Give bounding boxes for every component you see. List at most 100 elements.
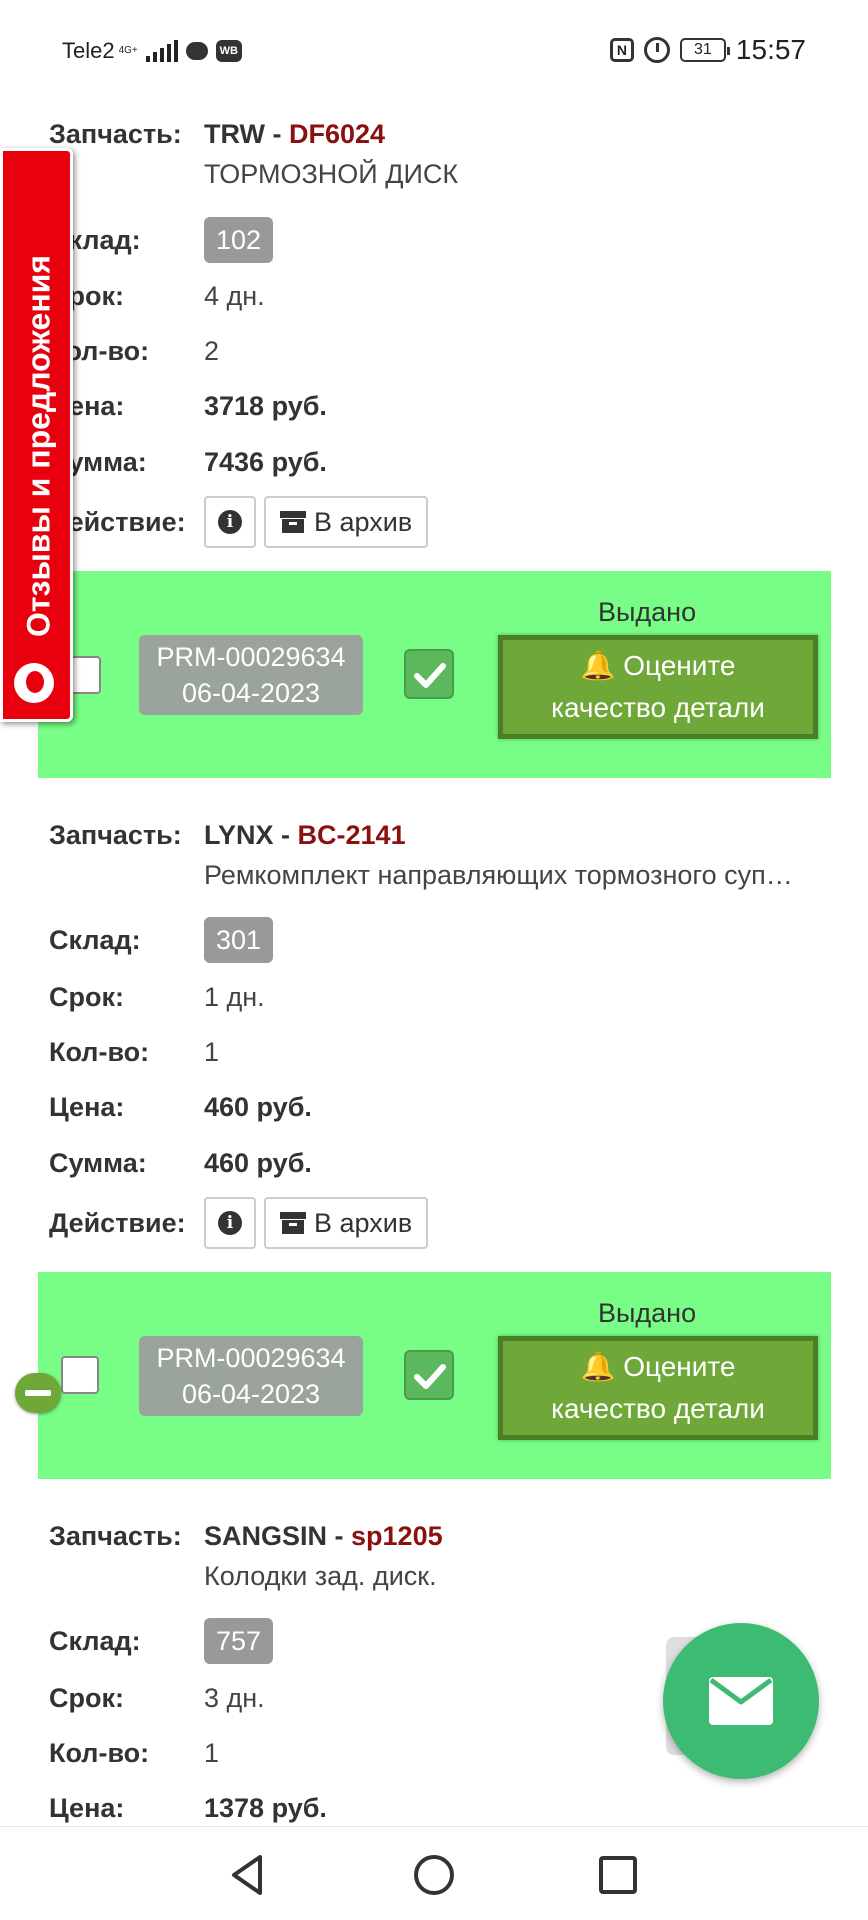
term-label: Срок: — [49, 1682, 124, 1713]
part-row: Запчасть: LYNX - BC-2141 — [49, 815, 406, 855]
order-date: 06-04-2023 — [181, 1379, 321, 1409]
wb-app-icon: WB — [215, 40, 242, 62]
qty-value: 2 — [204, 335, 220, 366]
price-value: 3718 руб. — [204, 390, 327, 421]
archive-button[interactable]: В архив — [264, 496, 429, 548]
price-row: Цена: 460 руб. — [49, 1087, 312, 1127]
part-name: SANGSIN - sp1205 — [204, 1521, 443, 1552]
select-checkbox[interactable] — [61, 1356, 99, 1394]
term-label: Срок: — [49, 981, 124, 1012]
info-icon: i — [218, 1211, 242, 1235]
warehouse-label: Склад: — [49, 924, 141, 955]
qty-row: Кол-во: 2 — [49, 331, 219, 371]
part-row: Запчасть: TRW - DF6024 — [49, 114, 385, 154]
part-brand: LYNX — [204, 819, 274, 850]
part-name: LYNX - BC-2141 — [204, 820, 406, 851]
part-brand: SANGSIN — [204, 1520, 328, 1551]
part-brand: TRW — [204, 118, 265, 149]
issued-status-label: Выдано — [598, 597, 697, 627]
rate-quality-line1: 🔔 Оцените — [580, 650, 736, 681]
warehouse-row: Склад: 301 — [49, 914, 274, 966]
sum-value: 460 руб. — [204, 1147, 312, 1178]
term-value: 1 дн. — [204, 981, 265, 1012]
clock: 15:57 — [735, 34, 806, 65]
part-separator: - — [327, 1520, 352, 1551]
qty-value: 1 — [204, 1737, 220, 1768]
part-label: Запчасть: — [49, 819, 182, 850]
order-status-panel: PRM-00029634 06-04-2023 Выдано 🔔 Оцените… — [38, 1272, 831, 1479]
part-name: TRW - DF6024 — [204, 119, 385, 150]
action-label: Действие: — [49, 1207, 186, 1238]
carrier-label: Tele2 — [62, 38, 115, 63]
part-row: Запчасть: SANGSIN - sp1205 — [49, 1516, 443, 1556]
order-number-badge: PRM-00029634 06-04-2023 — [139, 635, 363, 715]
home-circle-icon[interactable] — [408, 1849, 460, 1901]
status-bar: Tele2 4G+ WB N 31 15:57 — [0, 0, 868, 104]
warehouse-badge: 102 — [204, 217, 274, 263]
message-fab-button[interactable] — [663, 1623, 819, 1779]
qty-row: Кол-во: 1 — [49, 1733, 219, 1773]
action-row: Действие: i В архив — [49, 494, 436, 550]
status-right: N 31 15:57 — [609, 34, 806, 66]
price-row: Цена: 1378 руб. — [49, 1788, 327, 1826]
price-label: Цена: — [49, 1792, 125, 1823]
term-row: Срок: 3 дн. — [49, 1678, 265, 1718]
envelope-icon — [709, 1677, 773, 1725]
feedback-tab-label: Отзывы и предложения — [20, 255, 57, 637]
message-icon — [185, 42, 208, 60]
part-description: ТОРМОЗНОЙ ДИСК — [204, 159, 459, 189]
price-value: 1378 руб. — [204, 1792, 327, 1823]
order-number: PRM-00029634 — [156, 642, 346, 672]
issued-check-icon — [404, 1350, 454, 1400]
info-button[interactable]: i — [204, 496, 256, 548]
issued-status-label: Выдано — [598, 1298, 697, 1328]
issued-check-icon — [404, 649, 454, 699]
warehouse-row: Склад: 757 — [49, 1615, 274, 1667]
sum-row: Сумма: 460 руб. — [49, 1143, 312, 1183]
rate-quality-button[interactable]: 🔔 Оцените качество детали — [498, 1336, 818, 1440]
info-icon: i — [218, 510, 242, 534]
warehouse-label: Склад: — [49, 1625, 141, 1656]
price-value: 460 руб. — [204, 1091, 312, 1122]
warehouse-badge: 757 — [204, 1618, 274, 1664]
term-row: Срок: 1 дн. — [49, 977, 265, 1017]
qty-label: Кол-во: — [49, 1737, 150, 1768]
status-left: Tele2 4G+ WB — [62, 38, 242, 64]
price-label: Цена: — [49, 1091, 125, 1122]
part-separator: - — [273, 819, 298, 850]
archive-button-label: В архив — [314, 506, 413, 537]
orders-list: Запчасть: TRW - DF6024 ТОРМОЗНОЙ ДИСК Ск… — [0, 104, 868, 1826]
sum-label: Сумма: — [49, 1147, 147, 1178]
rate-quality-line2: качество детали — [551, 692, 765, 723]
collapse-minus-icon[interactable] — [15, 1373, 61, 1413]
recents-square-icon[interactable] — [592, 1849, 644, 1901]
order-date: 06-04-2023 — [181, 678, 321, 708]
qty-label: Кол-во: — [49, 1036, 150, 1067]
qty-value: 1 — [204, 1036, 220, 1067]
feedback-side-tab[interactable]: Отзывы и предложения — [0, 148, 73, 722]
lightbulb-icon — [14, 663, 54, 703]
archive-button[interactable]: В архив — [264, 1197, 429, 1249]
archive-box-icon — [280, 511, 306, 533]
back-triangle-icon[interactable] — [222, 1849, 274, 1901]
order-status-panel: PRM-00029634 06-04-2023 Выдано 🔔 Оцените… — [38, 571, 831, 778]
part-article-link[interactable]: sp1205 — [351, 1521, 443, 1551]
part-article-link[interactable]: BC-2141 — [298, 820, 406, 850]
sum-value: 7436 руб. — [204, 446, 327, 477]
rate-quality-button[interactable]: 🔔 Оцените качество детали — [498, 635, 818, 739]
warehouse-row: Склад: 102 — [49, 214, 274, 266]
rate-quality-line2: качество детали — [551, 1393, 765, 1424]
system-nav-bar — [0, 1826, 868, 1920]
archive-button-label: В архив — [314, 1207, 413, 1238]
network-type-icon: 4G+ — [118, 45, 138, 56]
part-description: Колодки зад. диск. — [204, 1561, 437, 1591]
signal-icon — [145, 40, 178, 62]
alarm-icon — [643, 37, 670, 63]
part-article-link[interactable]: DF6024 — [289, 119, 385, 149]
term-value: 4 дн. — [204, 280, 265, 311]
qty-row: Кол-во: 1 — [49, 1032, 219, 1072]
action-row: Действие: i В архив — [49, 1195, 436, 1251]
nfc-icon: N — [609, 38, 634, 62]
info-button[interactable]: i — [204, 1197, 256, 1249]
price-row: Цена: 3718 руб. — [49, 386, 327, 426]
